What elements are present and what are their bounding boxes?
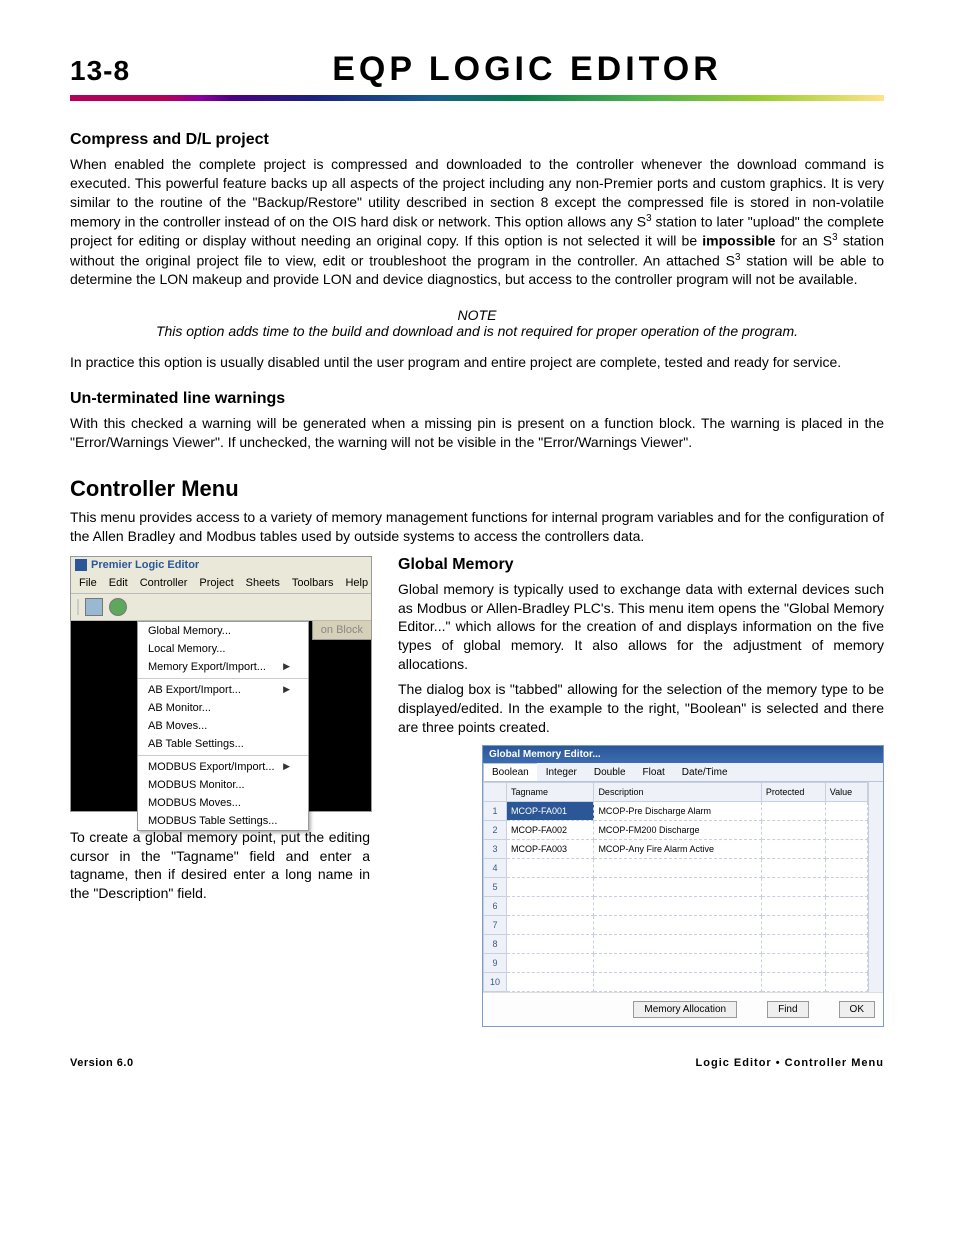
col-tagname: Tagname — [507, 782, 594, 801]
ple-menubar: File Edit Controller Project Sheets Tool… — [71, 573, 371, 594]
menu-ab-monitor[interactable]: AB Monitor... — [138, 699, 308, 717]
gme-footer: Memory Allocation Find OK — [483, 992, 883, 1026]
heading-compress: Compress and D/L project — [70, 131, 884, 149]
tab-double[interactable]: Double — [585, 763, 635, 781]
note-title: NOTE — [70, 307, 884, 323]
para-globalmem-2: The dialog box is "tabbed" allowing for … — [398, 680, 884, 737]
on-block-button[interactable]: on Block — [312, 621, 371, 640]
footer-path: Logic Editor • Controller Menu — [696, 1057, 884, 1069]
find-button[interactable]: Find — [767, 1001, 808, 1018]
table-row[interactable]: 3MCOP-FA003MCOP-Any Fire Alarm Active — [484, 839, 868, 858]
col-rownum — [484, 782, 507, 801]
menu-ab-table-settings[interactable]: AB Table Settings... — [138, 735, 308, 753]
header-color-bar — [70, 95, 884, 101]
tab-integer[interactable]: Integer — [537, 763, 586, 781]
table-row[interactable]: 8 — [484, 934, 868, 953]
menu-separator — [138, 678, 308, 679]
memory-allocation-button[interactable]: Memory Allocation — [633, 1001, 737, 1018]
table-row[interactable]: 1MCOP-FA001MCOP-Pre Discharge Alarm — [484, 801, 868, 820]
gme-tabs: Boolean Integer Double Float Date/Time — [483, 763, 883, 782]
menu-sheets[interactable]: Sheets — [240, 575, 286, 591]
menu-global-memory[interactable]: Global Memory... — [138, 622, 308, 640]
ple-canvas: on Block Global Memory... Local Memory..… — [71, 621, 371, 811]
col-value: Value — [825, 782, 867, 801]
table-row[interactable]: 4 — [484, 858, 868, 877]
global-memory-editor-window: Global Memory Editor... Boolean Integer … — [482, 745, 884, 1027]
heading-controller: Controller Menu — [70, 476, 884, 502]
menu-modbus-moves[interactable]: MODBUS Moves... — [138, 794, 308, 812]
menu-edit[interactable]: Edit — [103, 575, 134, 591]
table-row[interactable]: 7 — [484, 915, 868, 934]
gme-titlebar: Global Memory Editor... — [483, 746, 883, 763]
col-protected: Protected — [761, 782, 825, 801]
tab-float[interactable]: Float — [634, 763, 674, 781]
controller-dropdown: Global Memory... Local Memory... Memory … — [137, 621, 309, 831]
ok-button[interactable]: OK — [839, 1001, 875, 1018]
table-row[interactable]: 10 — [484, 972, 868, 991]
ple-titlebar: Premier Logic Editor — [71, 557, 371, 573]
menu-ab-moves[interactable]: AB Moves... — [138, 717, 308, 735]
submenu-arrow-icon: ▶ — [283, 684, 290, 695]
premier-logic-editor-window: Premier Logic Editor File Edit Controlle… — [70, 556, 372, 812]
heading-global-memory: Global Memory — [398, 556, 884, 574]
submenu-arrow-icon: ▶ — [283, 761, 290, 772]
menu-toolbars[interactable]: Toolbars — [286, 575, 340, 591]
menu-project[interactable]: Project — [193, 575, 239, 591]
menu-modbus-table-settings[interactable]: MODBUS Table Settings... — [138, 812, 308, 830]
gme-grid: Tagname Description Protected Value 1MCO… — [483, 782, 868, 992]
page-number: 13-8 — [70, 55, 130, 87]
para-controller-1: This menu provides access to a variety o… — [70, 508, 884, 546]
menu-separator — [138, 755, 308, 756]
table-row[interactable]: 9 — [484, 953, 868, 972]
page-title: EQP Logic Editor — [170, 50, 884, 89]
footer-version: Version 6.0 — [70, 1057, 134, 1069]
menu-file[interactable]: File — [73, 575, 103, 591]
para-globalmem-1: Global memory is typically used to excha… — [398, 580, 884, 674]
app-icon — [75, 559, 87, 571]
table-row[interactable]: 2MCOP-FA002MCOP-FM200 Discharge — [484, 820, 868, 839]
para-compress-1: When enabled the complete project is com… — [70, 155, 884, 289]
submenu-arrow-icon: ▶ — [283, 661, 290, 672]
menu-modbus-monitor[interactable]: MODBUS Monitor... — [138, 776, 308, 794]
tab-datetime[interactable]: Date/Time — [673, 763, 737, 781]
table-row[interactable]: 5 — [484, 877, 868, 896]
para-unterm-1: With this checked a warning will be gene… — [70, 414, 884, 452]
toolbar-separator — [77, 599, 79, 615]
note-body: This option adds time to the build and d… — [70, 323, 884, 339]
ple-title-text: Premier Logic Editor — [91, 559, 199, 571]
menu-ab-export-import[interactable]: AB Export/Import...▶ — [138, 681, 308, 699]
ple-toolbar — [71, 594, 371, 621]
menu-controller[interactable]: Controller — [134, 575, 194, 591]
menu-memory-export-import[interactable]: Memory Export/Import...▶ — [138, 658, 308, 676]
para-globalmem-3: To create a global memory point, put the… — [70, 828, 370, 904]
toolbar-icon-2[interactable] — [109, 598, 127, 616]
tab-boolean[interactable]: Boolean — [483, 763, 538, 781]
para-compress-2: In practice this option is usually disab… — [70, 353, 884, 372]
menu-modbus-export-import[interactable]: MODBUS Export/Import...▶ — [138, 758, 308, 776]
scrollbar[interactable] — [868, 782, 883, 992]
toolbar-icon-1[interactable] — [85, 598, 103, 616]
col-description: Description — [594, 782, 761, 801]
menu-local-memory[interactable]: Local Memory... — [138, 640, 308, 658]
table-row[interactable]: 6 — [484, 896, 868, 915]
heading-unterm: Un-terminated line warnings — [70, 390, 884, 408]
menu-help[interactable]: Help — [339, 575, 374, 591]
